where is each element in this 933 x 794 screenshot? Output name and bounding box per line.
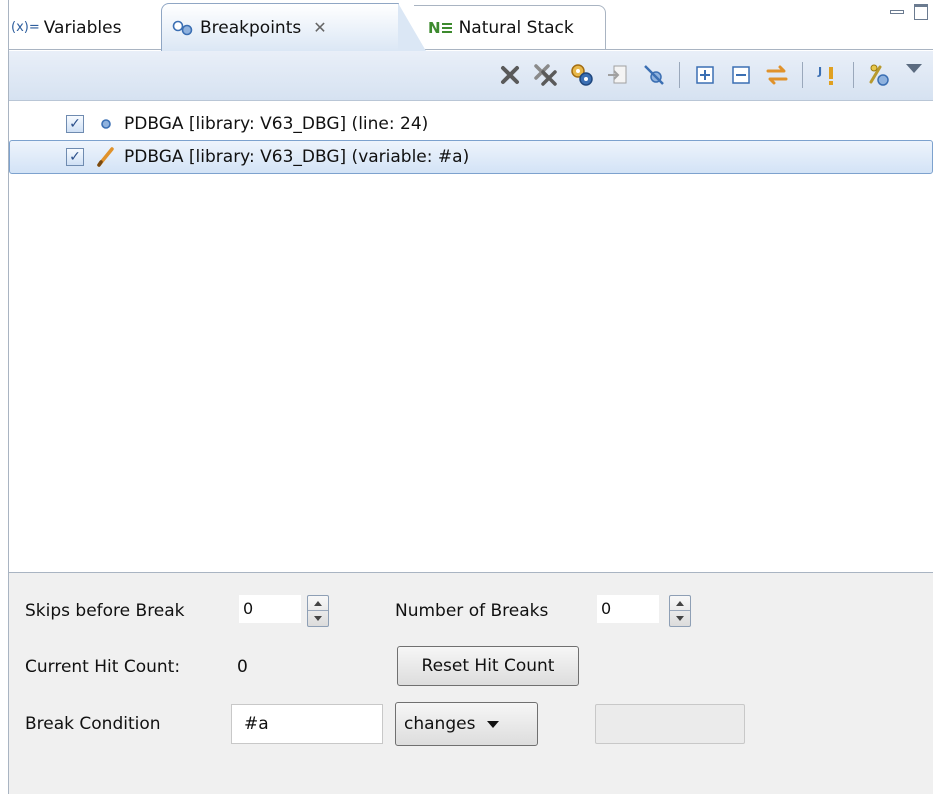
maximize-icon[interactable] [914,4,928,20]
view-tab-bar: (x)= Variables Breakpoints ✕ N Natural S… [9,0,933,51]
condition-mode-value: changes [404,714,476,734]
toolbar-separator [802,62,803,88]
spin-down-icon[interactable] [308,611,328,626]
tab-natural-stack-label: Natural Stack [458,18,574,38]
reset-hit-count-button[interactable]: Reset Hit Count [397,646,579,686]
collapse-all-icon[interactable] [728,61,754,89]
breakpoint-checkbox[interactable]: ✓ [66,115,84,133]
break-condition-input[interactable]: #a [231,704,383,744]
line-breakpoint-icon [94,112,118,136]
break-condition-label: Break Condition [25,714,161,734]
natural-stack-icon: N [428,19,453,37]
current-hit-count-value: 0 [237,657,248,677]
skips-before-break-field[interactable]: 0 [239,595,301,623]
breakpoint-list: ✓ PDBGA [library: V63_DBG] (line: 24) ✓ … [9,102,933,572]
list-item[interactable]: ✓ PDBGA [library: V63_DBG] (variable: #a… [9,140,933,174]
tab-variables-label: Variables [43,17,122,38]
breakpoints-icon [172,20,194,36]
number-of-breaks-label: Number of Breaks [395,601,549,621]
breakpoints-view: (x)= Variables Breakpoints ✕ N Natural S… [8,0,933,794]
breakpoint-label: PDBGA [library: V63_DBG] (variable: #a) [124,147,470,167]
list-item[interactable]: ✓ PDBGA [library: V63_DBG] (line: 24) [9,107,933,141]
current-hit-count-label: Current Hit Count: [25,657,181,677]
chevron-down-icon [487,720,500,728]
breakpoints-toolbar: J [9,51,933,101]
add-breakpoint-icon[interactable] [866,61,892,89]
spin-up-icon[interactable] [670,596,690,611]
breakpoint-checkbox[interactable]: ✓ [66,148,84,166]
skips-spinner[interactable] [307,595,329,627]
expand-all-icon[interactable] [692,61,718,89]
number-of-breaks-field[interactable]: 0 [597,595,659,623]
breakpoint-label: PDBGA [library: V63_DBG] (line: 24) [124,114,429,134]
tab-variables[interactable]: (x)= Variables [11,5,159,50]
tab-natural-stack[interactable]: N Natural Stack [414,5,606,50]
remove-all-icon[interactable] [533,61,559,89]
condition-value-field-disabled [595,704,745,744]
spin-up-icon[interactable] [308,596,328,611]
show-supported-breakpoints-icon[interactable] [569,61,595,89]
window-controls [890,4,928,20]
link-with-debug-view-icon[interactable] [764,61,790,89]
view-menu-icon[interactable] [906,63,922,73]
svg-text:J: J [817,65,822,78]
spin-down-icon[interactable] [670,611,690,626]
skips-before-break-label: Skips before Break [25,601,185,621]
remove-selected-icon[interactable] [497,61,523,89]
minimize-icon[interactable] [890,10,904,14]
toolbar-separator [679,62,680,88]
breaks-spinner[interactable] [669,595,691,627]
condition-mode-select[interactable]: changes [395,702,538,746]
close-icon[interactable]: ✕ [313,18,326,37]
tab-breakpoints-label: Breakpoints [200,17,302,38]
skip-all-breakpoints-icon[interactable] [641,61,667,89]
tab-breakpoints[interactable]: Breakpoints ✕ [161,3,426,51]
java-exception-breakpoint-icon[interactable]: J [815,61,841,89]
breakpoint-detail-pane: Skips before Break 0 Number of Breaks 0 … [9,572,933,794]
variables-icon: (x)= [11,20,40,35]
toolbar-separator [853,62,854,88]
go-to-file-icon[interactable] [605,61,631,89]
watchpoint-pencil-icon [94,145,118,169]
